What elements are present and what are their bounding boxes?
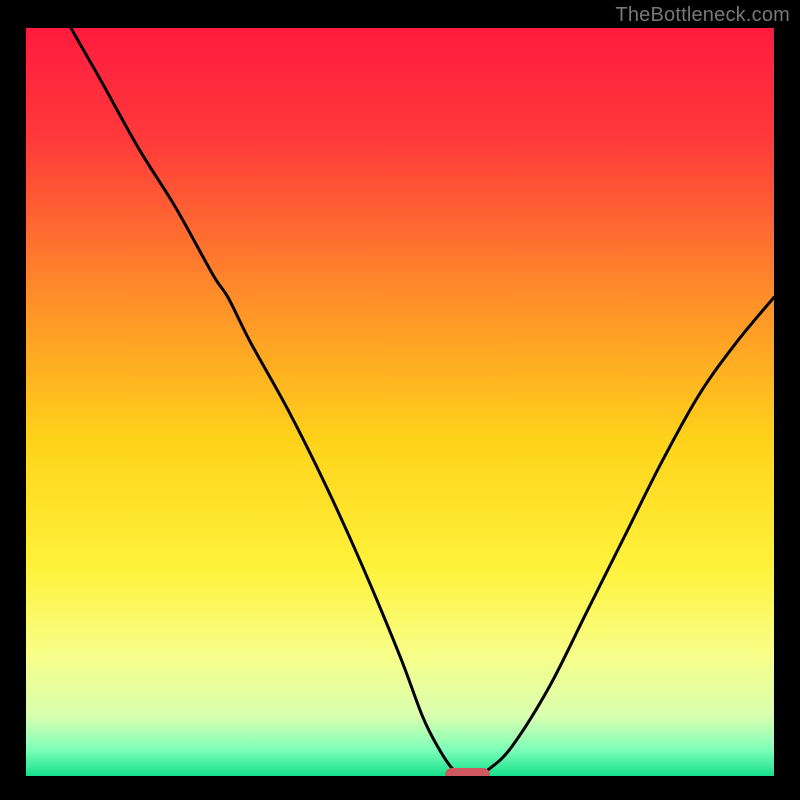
- optimal-marker: [445, 768, 490, 776]
- plot-svg: [26, 28, 774, 776]
- gradient-background: [26, 28, 774, 776]
- plot-area: [26, 28, 774, 776]
- chart-frame: TheBottleneck.com: [0, 0, 800, 800]
- watermark-text: TheBottleneck.com: [615, 4, 790, 27]
